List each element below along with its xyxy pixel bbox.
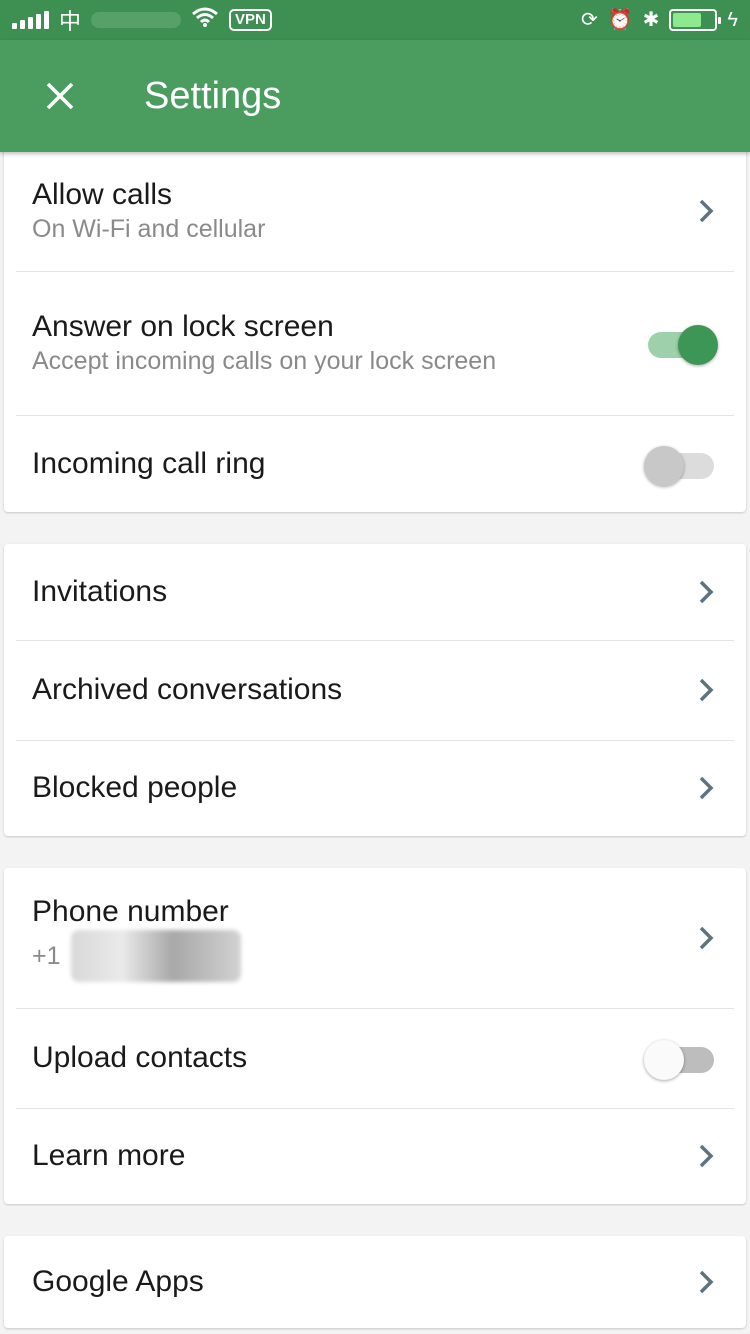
signal-icon [12,11,49,29]
archived-conversations-row[interactable]: Archived conversations [4,640,746,740]
learn-more-row[interactable]: Learn more [4,1108,746,1204]
battery-icon [669,9,722,31]
allow-calls-subtitle: On Wi-Fi and cellular [32,214,266,243]
close-icon [46,82,74,110]
blocked-people-row[interactable]: Blocked people [4,740,746,836]
upload-contacts-row[interactable]: Upload contacts [4,1008,746,1108]
alarm-icon: ⏰ [607,9,633,31]
status-right: ⟳ ⏰ ✱ ϟ [581,9,738,31]
close-button[interactable] [0,40,120,152]
bluetooth-icon: ✱ [642,9,660,31]
status-bar: 中 VPN ⟳ ⏰ ✱ ϟ [0,0,750,40]
carrier-redaction [91,12,182,28]
chevron-right-icon [694,1267,718,1297]
chevron-right-icon [694,1141,718,1171]
answer-lock-screen-row[interactable]: Answer on lock screen Accept incoming ca… [4,271,746,415]
chevron-right-icon [694,773,718,803]
conversations-card: Invitations Archived conversations Block… [4,544,746,836]
invitations-title: Invitations [32,575,168,608]
incoming-call-ring-toggle[interactable] [644,444,718,486]
phone-number-redaction [70,930,241,982]
phone-number-prefix: +1 [32,942,61,970]
app-bar: Settings [0,40,750,152]
phone-number-title: Phone number [32,895,229,928]
chevron-right-icon [694,923,718,953]
google-apps-card: Google Apps [4,1236,746,1328]
google-apps-title: Google Apps [32,1265,204,1298]
chevron-right-icon [694,196,718,226]
chevron-right-icon [694,577,718,607]
vpn-badge: VPN [229,9,272,31]
upload-contacts-title: Upload contacts [32,1041,248,1074]
carrier-name: 中 [59,9,82,34]
upload-contacts-toggle[interactable] [644,1038,718,1080]
account-card: Phone number +1 Upload contacts Learn mo… [4,868,746,1204]
learn-more-title: Learn more [32,1139,186,1172]
answer-lock-screen-title: Answer on lock screen [32,310,334,343]
rotation-lock-icon: ⟳ [580,9,598,31]
google-apps-row[interactable]: Google Apps [4,1236,746,1328]
allow-calls-title: Allow calls [32,177,173,211]
allow-calls-row[interactable]: Allow calls On Wi-Fi and cellular [4,140,746,271]
chevron-right-icon [694,675,718,705]
incoming-call-ring-row[interactable]: Incoming call ring [4,415,746,512]
status-left: 中 VPN [12,4,272,36]
blocked-people-title: Blocked people [32,771,238,804]
archived-conversations-title: Archived conversations [32,673,343,706]
invitations-row[interactable]: Invitations [4,544,746,640]
call-settings-card: Allow calls On Wi-Fi and cellular Answer… [4,140,746,512]
phone-number-row[interactable]: Phone number +1 [4,868,746,1008]
page-title: Settings [144,74,282,117]
answer-lock-screen-subtitle: Accept incoming calls on your lock scree… [32,347,497,375]
answer-lock-screen-toggle[interactable] [644,323,718,365]
charging-icon: ϟ [727,9,738,31]
wifi-icon [191,6,219,34]
phone-number-value: +1 [32,930,694,982]
incoming-call-ring-title: Incoming call ring [32,446,266,480]
